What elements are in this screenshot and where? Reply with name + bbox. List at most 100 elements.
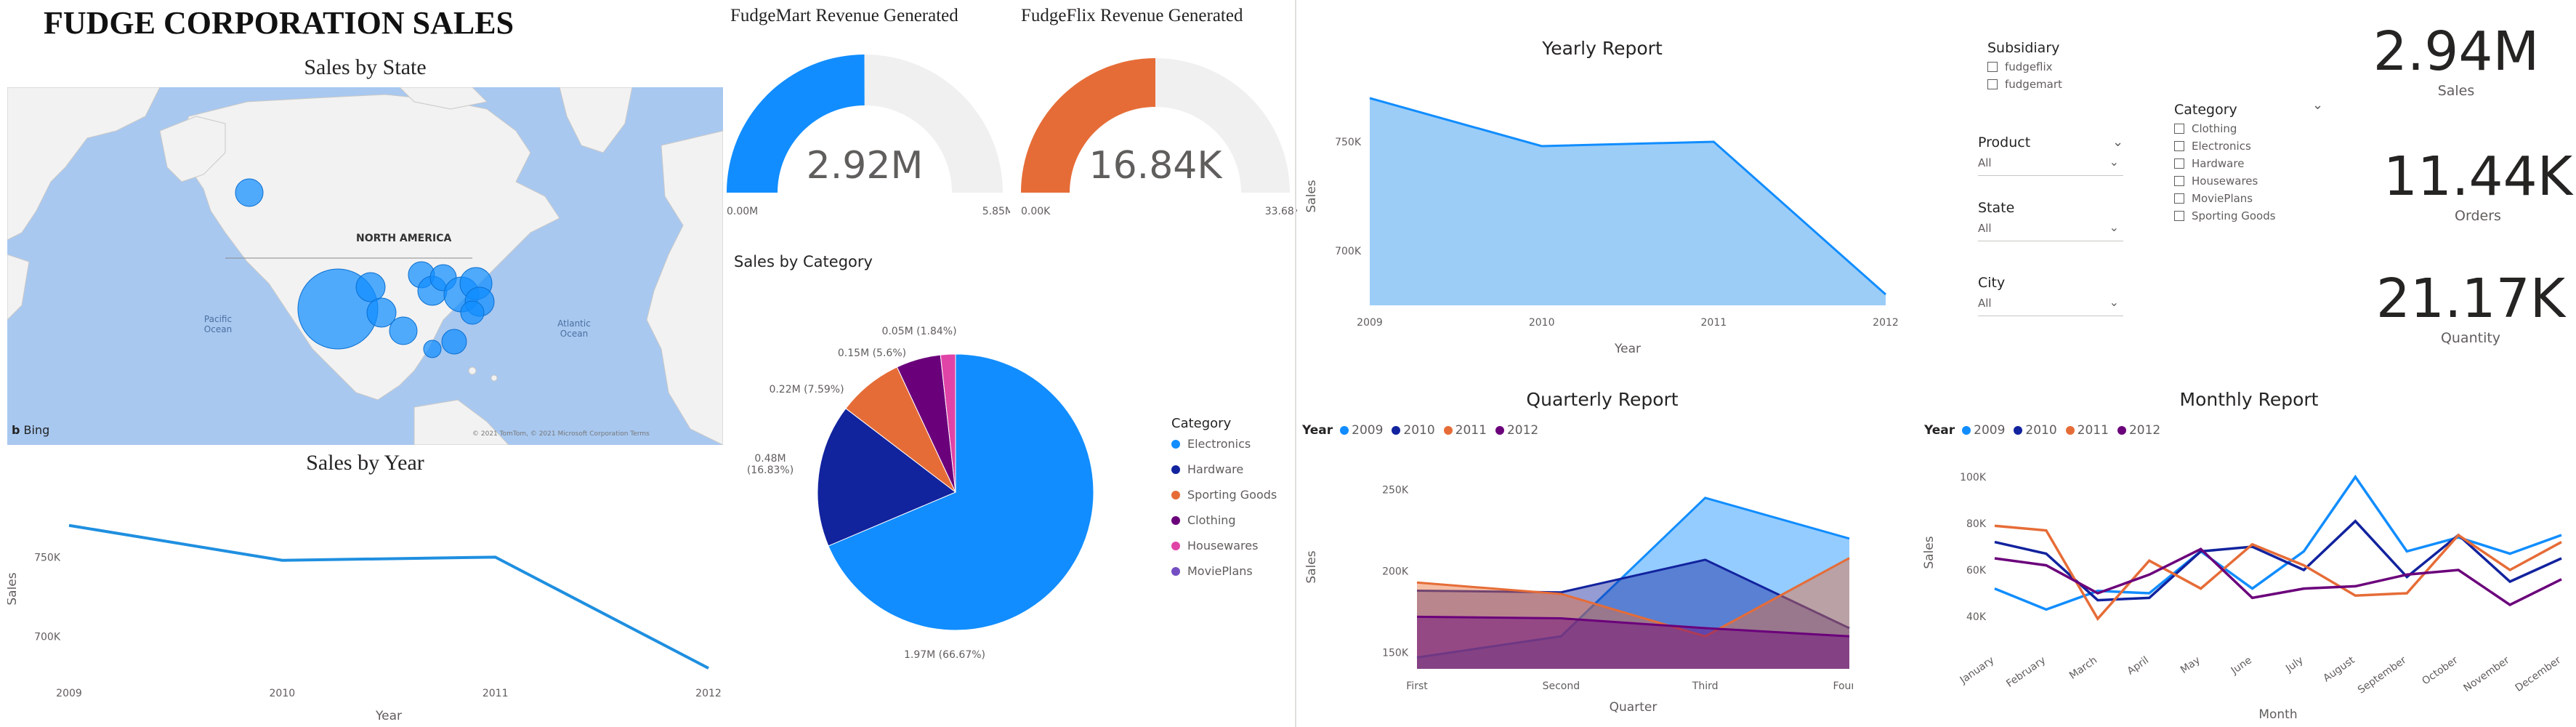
category-option[interactable]: Electronics — [2174, 140, 2276, 153]
quarterly-legend-item[interactable]: 2010 — [1392, 423, 1435, 438]
map-bubble[interactable] — [389, 316, 418, 345]
legend-swatch — [2014, 426, 2023, 435]
city-slicer[interactable]: City All ⌄ — [1978, 275, 2123, 316]
quarterly-report-svg[interactable]: 150K 200K 250K First Second Third Fourth Quarte… — [1301, 443, 1866, 723]
sales-by-category-chart[interactable]: 1.97M (66.67%) 0.48M (16.83%) 0.22M (7.59%)… — [727, 276, 1163, 723]
category-option[interactable]: Clothing — [2174, 122, 2276, 135]
monthly-legend-item[interactable]: 2012 — [2117, 423, 2160, 438]
chevron-down-icon[interactable]: ⌄ — [2109, 155, 2119, 169]
sales-by-category-svg[interactable]: 1.97M (66.67%) 0.48M(16.83%) 0.22M (7.59%)… — [727, 276, 1163, 723]
category-legend-title: Category — [1171, 416, 1232, 431]
map-bubble[interactable] — [355, 272, 386, 302]
pie-data-label: 1.97M (66.67%) — [904, 649, 985, 661]
legend-swatch — [1171, 465, 1180, 474]
map-bubble[interactable] — [423, 340, 442, 358]
category-option-label: Electronics — [2192, 140, 2251, 153]
sales-by-year-svg[interactable]: 700K 750K 2009 2010 2011 2012 Year Sales — [5, 480, 723, 723]
category-legend-item[interactable]: Sporting Goods — [1171, 488, 1277, 502]
x-tick-label: April — [2125, 654, 2151, 677]
monthly-legend-item[interactable]: 2010 — [2014, 423, 2057, 438]
legend-swatch — [1171, 515, 1180, 525]
legend-label: MoviePlans — [1187, 564, 1253, 578]
yearly-report-title: Yearly Report — [1542, 38, 1663, 59]
pie-data-label: 0.15M (5.6%) — [838, 348, 906, 359]
series-line-sales — [68, 523, 709, 670]
subsidiary-slicer[interactable]: Subsidiary fudgeflix fudgemart — [1987, 40, 2062, 91]
y-axis-title: Sales — [1304, 180, 1319, 212]
checkbox[interactable] — [1987, 79, 1998, 89]
monthly-report-chart[interactable]: 40K 60K 80K 100K January February March April Ma… — [1918, 443, 2572, 723]
chevron-down-icon[interactable]: ⌄ — [2109, 295, 2119, 309]
category-option[interactable]: Hardware — [2174, 157, 2276, 170]
x-tick-label: July — [2283, 654, 2306, 675]
category-legend-item[interactable]: Housewares — [1171, 539, 1277, 553]
subsidiary-option[interactable]: fudgeflix — [1987, 60, 2062, 73]
category-slicer[interactable]: Category ⌄ Clothing Electronics Hardware… — [2174, 97, 2323, 222]
checkbox[interactable] — [2174, 158, 2184, 169]
legend-swatch — [1392, 426, 1401, 435]
state-slicer[interactable]: State All ⌄ — [1978, 200, 2123, 241]
product-slicer-chevron-up[interactable]: ⌄ — [2112, 134, 2123, 150]
map-bubble[interactable] — [441, 329, 467, 355]
category-legend-item[interactable]: MoviePlans — [1171, 564, 1277, 578]
pie-data-label: 0.22M (7.59%) — [769, 384, 844, 395]
quarterly-report-title: Quarterly Report — [1526, 389, 1679, 410]
subsidiary-option-label: fudgeflix — [2005, 60, 2053, 73]
product-dropdown[interactable]: All ⌄ — [1978, 155, 2123, 176]
checkbox[interactable] — [2174, 124, 2184, 134]
kpi-orders-value: 11.44K — [2383, 145, 2573, 208]
fudgeflix-gauge-svg: 16.84K 0.00K 33.68K — [1021, 58, 1301, 217]
subsidiary-slicer-header: Subsidiary — [1987, 40, 2060, 56]
monthly-legend-item[interactable]: 2011 — [2065, 423, 2109, 438]
quarterly-report-chart[interactable]: 150K 200K 250K First Second Third Fourth Quarte… — [1301, 443, 1866, 723]
chevron-down-icon[interactable]: ⌄ — [2312, 97, 2323, 113]
x-axis-title: Month — [2258, 707, 2297, 722]
category-option[interactable]: Housewares — [2174, 174, 2276, 188]
x-tick-label: May — [2179, 654, 2202, 676]
checkbox[interactable] — [2174, 193, 2184, 204]
sales-by-state-map[interactable]: NORTH AMERICA Pacific Ocean Atlantic Oce… — [7, 87, 723, 445]
divider — [1295, 0, 1296, 727]
category-legend-item[interactable]: Electronics — [1171, 437, 1277, 451]
state-dropdown[interactable]: All ⌄ — [1978, 220, 2123, 241]
map-bubble[interactable] — [235, 178, 264, 207]
bing-label: Bing — [23, 423, 50, 437]
checkbox[interactable] — [2174, 141, 2184, 151]
quarterly-legend-item[interactable]: 2009 — [1340, 423, 1383, 438]
category-option[interactable]: Sporting Goods — [2174, 209, 2276, 222]
monthly-legend-item[interactable]: 2009 — [1962, 423, 2005, 438]
legend-label: 2012 — [2128, 423, 2161, 438]
x-axis-title: Quarter — [1610, 700, 1658, 715]
quarterly-legend-item[interactable]: 2012 — [1495, 423, 1538, 438]
fudgeflix-gauge[interactable]: 16.84K 0.00K 33.68K — [1010, 33, 1301, 229]
quarterly-legend-item[interactable]: 2011 — [1443, 423, 1487, 438]
monthly-report-svg[interactable]: 40K 60K 80K 100K January February March April Ma… — [1918, 443, 2572, 723]
pie-data-label: 0.48M — [754, 453, 786, 465]
legend-swatch — [1340, 426, 1349, 435]
y-tick-label: 40K — [1966, 611, 1987, 623]
checkbox[interactable] — [1987, 62, 1998, 72]
kpi-sales: 2.94M Sales — [2347, 20, 2565, 99]
dashboard-title: FUDGE CORPORATION SALES — [44, 5, 514, 41]
category-legend-item[interactable]: Hardware — [1171, 462, 1277, 476]
legend-swatch — [1171, 541, 1180, 550]
checkbox[interactable] — [2174, 176, 2184, 186]
x-tick-label: 2012 — [1873, 317, 1899, 329]
subsidiary-option-label: fudgemart — [2005, 78, 2062, 91]
sales-by-year-chart[interactable]: 700K 750K 2009 2010 2011 2012 Year Sales — [5, 480, 723, 723]
category-option[interactable]: MoviePlans — [2174, 192, 2276, 205]
yearly-report-svg[interactable]: 700K 750K 2009 2010 2011 2012 Year Sales — [1301, 65, 1904, 364]
legend-swatch — [1962, 426, 1971, 435]
yearly-report-chart[interactable]: 700K 750K 2009 2010 2011 2012 Year Sales — [1301, 65, 1904, 364]
chevron-down-icon[interactable]: ⌄ — [2109, 220, 2119, 234]
map-canvas[interactable] — [7, 87, 723, 445]
subsidiary-option[interactable]: fudgemart — [1987, 78, 2062, 91]
product-slicer[interactable]: Product ⌄ All ⌄ — [1978, 134, 2123, 176]
checkbox[interactable] — [2174, 211, 2184, 221]
category-legend-item[interactable]: Clothing — [1171, 513, 1277, 527]
city-dropdown[interactable]: All ⌄ — [1978, 295, 2123, 316]
y-axis-title: Sales — [1304, 550, 1319, 583]
fudgemart-gauge[interactable]: 2.92M 0.00M 5.85M — [723, 33, 1021, 229]
map-bubble[interactable] — [460, 300, 485, 325]
y-tick-label: 200K — [1382, 566, 1409, 578]
